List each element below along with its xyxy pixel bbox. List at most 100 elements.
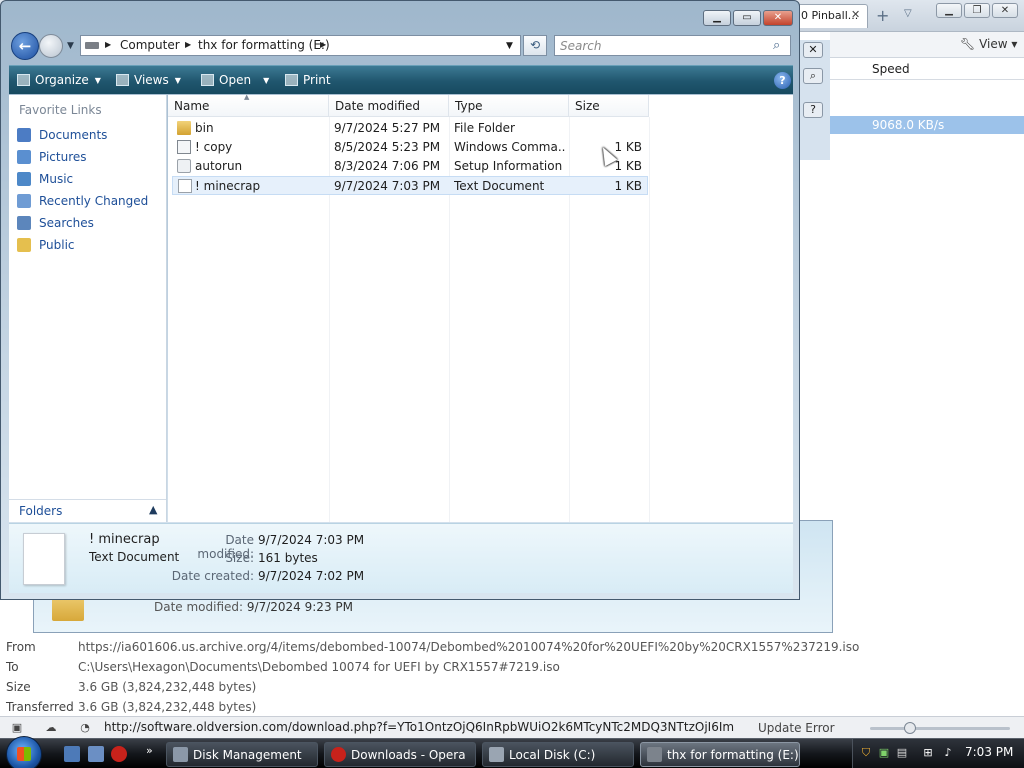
drive-icon	[489, 747, 504, 762]
new-tab-icon[interactable]: +	[876, 6, 889, 25]
maximize-button[interactable]: ▭	[733, 10, 761, 26]
batch-file-icon	[177, 140, 191, 154]
breadcrumb-separator-icon[interactable]: ▶	[185, 40, 191, 49]
address-dropdown-icon[interactable]: ▼	[506, 41, 513, 51]
music-icon	[17, 172, 31, 186]
opera-icon[interactable]	[111, 746, 127, 762]
file-row-bin[interactable]: bin 9/7/2024 5:27 PM File Folder	[172, 119, 648, 138]
cloud-icon[interactable]: ☁	[44, 721, 58, 734]
nav-link-searches[interactable]: Searches	[17, 216, 94, 234]
column-divider	[649, 117, 650, 522]
organize-icon	[17, 74, 30, 86]
file-name: ! minecrap	[195, 179, 261, 193]
file-row-autorun[interactable]: autorun 8/3/2024 7:06 PM Setup Informati…	[172, 157, 648, 176]
downloads-close-icon[interactable]: ✕	[803, 42, 823, 58]
nav-link-public[interactable]: Public	[17, 238, 75, 256]
volume-icon[interactable]: ♪	[941, 746, 955, 760]
breadcrumb-separator-icon[interactable]: ▶	[320, 40, 326, 49]
taskbar-disk-management[interactable]: Disk Management	[166, 742, 318, 767]
opera-close-button[interactable]: ✕	[992, 3, 1018, 18]
close-tab-icon[interactable]: ✕	[851, 8, 860, 21]
date-created-value: 9/7/2024 7:02 PM	[258, 569, 365, 583]
show-desktop-icon[interactable]	[64, 746, 80, 762]
column-header-type[interactable]: Type	[449, 95, 569, 117]
nav-link-music[interactable]: Music	[17, 172, 73, 190]
search-input[interactable]: Search ⌕	[554, 35, 791, 56]
start-button[interactable]	[6, 736, 42, 768]
file-type: File Folder	[454, 121, 515, 135]
favorite-links-heading: Favorite Links	[19, 103, 102, 117]
nav-link-documents[interactable]: Documents	[17, 128, 107, 146]
column-header-size[interactable]: Size	[569, 95, 649, 117]
address-bar[interactable]: ▶ Computer ▶ thx for formatting (E:) ▶ ▼	[80, 35, 521, 56]
opera-minimize-button[interactable]: ▁	[936, 3, 962, 18]
open-button[interactable]: Open ▼	[201, 73, 269, 87]
view-menu-button[interactable]: 🔧︎ View ▾	[960, 37, 1017, 51]
pictures-icon	[17, 150, 31, 164]
column-header-name[interactable]: Name ▲	[168, 93, 329, 117]
date-modified-value: 9/7/2024 9:23 PM	[246, 600, 353, 614]
opera-maximize-button[interactable]: ❐	[964, 3, 990, 18]
chevron-up-icon: ▲	[149, 503, 158, 516]
disk-management-icon	[173, 747, 188, 762]
switch-windows-icon[interactable]	[88, 746, 104, 762]
minimize-button[interactable]: ▁	[703, 10, 731, 26]
folders-toggle[interactable]: Folders ▲	[9, 499, 166, 522]
opera-tab-title: 0 Pinball...	[801, 9, 859, 22]
windows-logo-icon	[17, 747, 31, 761]
close-button[interactable]: ✕	[763, 10, 793, 26]
organize-button[interactable]: Organize ▼	[17, 73, 101, 87]
documents-icon	[17, 128, 31, 142]
column-header-date-modified[interactable]: Date modified	[329, 95, 449, 117]
network-icon[interactable]: ⊞	[921, 746, 935, 760]
forward-button[interactable]	[39, 34, 63, 58]
tab-menu-chevron-icon[interactable]: ▽	[904, 8, 912, 19]
security-shield-icon[interactable]: ⛉	[859, 746, 873, 760]
navigation-pane: Favorite Links Documents Pictures Music …	[9, 95, 167, 522]
nav-link-recently-changed[interactable]: Recently Changed	[17, 194, 148, 212]
nav-link-pictures[interactable]: Pictures	[17, 150, 87, 168]
folder-icon	[177, 121, 191, 135]
zoom-slider-handle[interactable]	[904, 722, 916, 734]
speed-column-header[interactable]: Speed	[830, 62, 1024, 80]
folders-label: Folders	[19, 504, 63, 518]
system-tray: ⛉ ▣ ▤ ⊞ ♪ 7:03 PM	[852, 739, 1024, 768]
quick-launch-more-icon[interactable]: »	[146, 744, 153, 757]
file-date: 8/3/2024 7:06 PM	[334, 159, 441, 173]
downloads-help-icon[interactable]: ?	[803, 102, 823, 118]
download-row-selected[interactable]: 9068.0 KB/s	[830, 116, 1024, 134]
tray-app-icon[interactable]: ▤	[895, 746, 909, 760]
opera-status-bar: ▣ ☁ ◔ http://software.oldversion.com/dow…	[0, 716, 1024, 738]
file-row-copy[interactable]: ! copy 8/5/2024 5:23 PM Windows Comma...…	[172, 138, 648, 157]
help-icon[interactable]: ?	[774, 72, 791, 89]
file-date: 9/7/2024 7:03 PM	[334, 179, 441, 193]
taskbar: » Disk Management Downloads - Opera Loca…	[0, 736, 1024, 768]
zoom-slider-track[interactable]	[870, 727, 1010, 730]
taskbar-local-disk[interactable]: Local Disk (C:)	[482, 742, 634, 767]
back-button[interactable]: ←	[11, 32, 39, 60]
breadcrumb-computer[interactable]: Computer	[120, 38, 180, 52]
date-modified-value: 9/7/2024 7:03 PM	[258, 533, 365, 547]
panel-toggle-icon[interactable]: ▣	[10, 721, 24, 734]
views-button[interactable]: Views ▼	[116, 73, 181, 87]
speed-dial-icon[interactable]: ◔	[78, 721, 92, 734]
taskbar-explorer-active[interactable]: thx for formatting (E:)	[640, 742, 800, 767]
update-error-status[interactable]: Update Error	[758, 721, 835, 735]
clock[interactable]: 7:03 PM	[965, 745, 1013, 759]
search-icon[interactable]: ⌕	[773, 38, 780, 53]
refresh-button[interactable]: ⟲	[523, 35, 547, 56]
taskbar-opera-downloads[interactable]: Downloads - Opera	[324, 742, 476, 767]
file-type: Text Document	[454, 179, 545, 193]
file-list: Name ▲ Date modified Type Size bin 9/7/20…	[168, 93, 793, 522]
back-arrow-icon: ←	[18, 37, 32, 55]
downloads-search-icon[interactable]: ⌕	[803, 68, 823, 84]
recent-pages-chevron-icon[interactable]: ▼	[67, 41, 74, 51]
refresh-icon: ⟲	[529, 38, 541, 52]
file-row-minecrap[interactable]: ! minecrap 9/7/2024 7:03 PM Text Documen…	[172, 176, 648, 195]
setup-info-icon	[177, 159, 191, 173]
detail-size: Size 3.6 GB (3,824,232,448 bytes)	[6, 680, 257, 694]
breadcrumb-separator-icon[interactable]: ▶	[105, 40, 111, 49]
security-center-icon[interactable]: ▣	[877, 746, 891, 760]
print-button[interactable]: Print	[285, 73, 331, 87]
breadcrumb-drive[interactable]: thx for formatting (E:)	[198, 38, 330, 52]
